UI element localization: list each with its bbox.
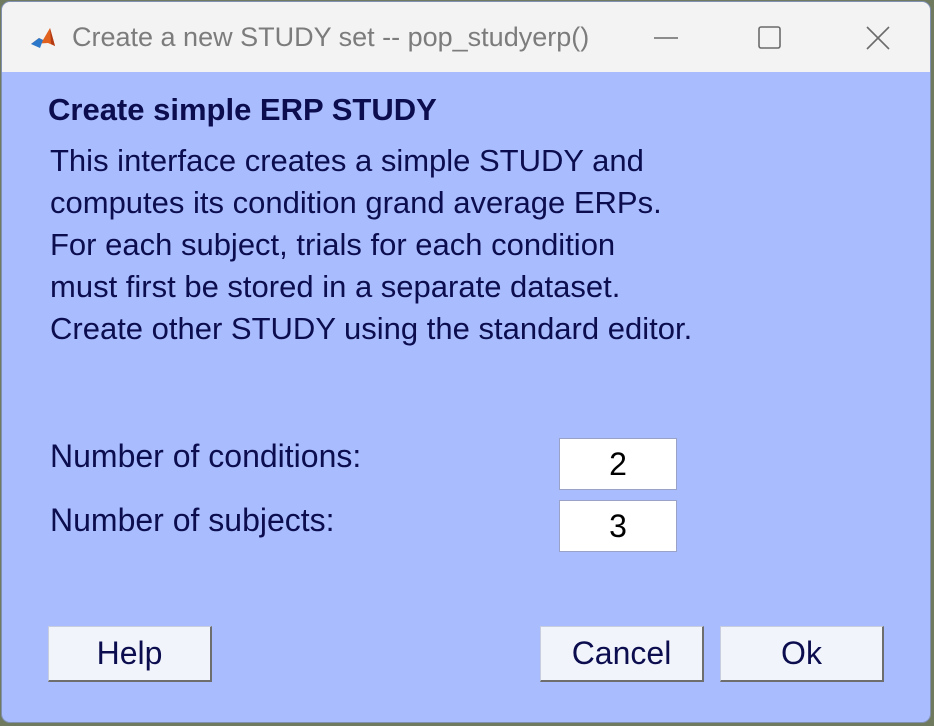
ok-button[interactable]: Ok (720, 626, 884, 682)
minimize-button[interactable] (636, 14, 696, 62)
matlab-icon (28, 24, 58, 54)
subjects-label: Number of subjects: (50, 502, 335, 538)
description-line: For each subject, trials for each condit… (50, 227, 616, 262)
dialog-heading: Create simple ERP STUDY (48, 92, 437, 127)
subjects-input[interactable] (559, 500, 677, 552)
description-line: computes its condition grand average ERP… (50, 185, 662, 220)
minimize-icon (654, 37, 678, 39)
cancel-button[interactable]: Cancel (540, 626, 704, 682)
maximize-icon (758, 26, 781, 49)
title-bar[interactable]: Create a new STUDY set -- pop_studyerp() (2, 2, 930, 72)
close-button[interactable] (848, 14, 908, 62)
description-line: This interface creates a simple STUDY an… (50, 143, 644, 178)
close-icon (866, 26, 890, 50)
description-line: must first be stored in a separate datas… (50, 269, 621, 304)
window-title: Create a new STUDY set -- pop_studyerp() (72, 22, 590, 52)
dialog-window: Create a new STUDY set -- pop_studyerp()… (2, 2, 930, 722)
maximize-button[interactable] (740, 14, 800, 62)
description-text: This interface creates a simple STUDY an… (50, 140, 692, 350)
conditions-input[interactable] (559, 438, 677, 490)
help-button[interactable]: Help (48, 626, 212, 682)
conditions-label: Number of conditions: (50, 438, 362, 474)
description-line: Create other STUDY using the standard ed… (50, 311, 693, 346)
